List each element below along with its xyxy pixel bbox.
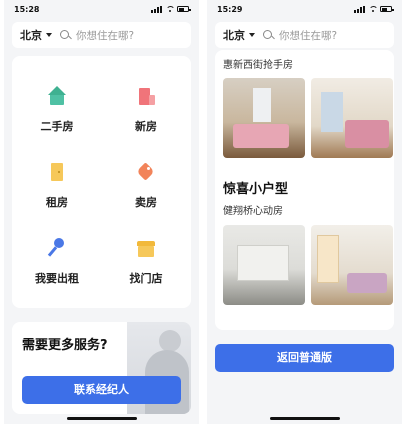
price-tag-icon bbox=[136, 162, 156, 182]
battery-icon bbox=[177, 6, 191, 12]
caret-down-icon[interactable] bbox=[46, 33, 52, 37]
status-bar: 15:28 bbox=[4, 0, 199, 18]
service-rent[interactable]: 租房 bbox=[12, 162, 102, 210]
listing-photo[interactable] bbox=[311, 78, 393, 158]
status-time: 15:29 bbox=[217, 4, 243, 14]
search-input[interactable]: 你想住在哪? bbox=[279, 28, 337, 43]
service-label: 二手房 bbox=[40, 120, 74, 133]
section-subtitle: 惠新西街抢手房 bbox=[223, 60, 293, 71]
services-grid: 二手房 新房 租房 卖房 我要出租 找门店 bbox=[12, 56, 191, 308]
right-screen: 15:29 北京 你想住在哪? 惠新西街抢手房 惊喜小户型 健翔桥心动房 返回普… bbox=[207, 0, 402, 424]
listing-feed: 惠新西街抢手房 惊喜小户型 健翔桥心动房 bbox=[215, 50, 394, 330]
signal-icon bbox=[151, 5, 162, 13]
section-subtitle: 健翔桥心动房 bbox=[223, 206, 283, 217]
listing-photo[interactable] bbox=[223, 78, 305, 158]
search-icon bbox=[60, 29, 71, 41]
home-indicator[interactable] bbox=[269, 417, 340, 420]
listing-photo[interactable] bbox=[311, 225, 393, 305]
search-icon bbox=[263, 29, 274, 41]
service-newhouse[interactable]: 新房 bbox=[101, 86, 191, 134]
service-sell[interactable]: 卖房 bbox=[101, 162, 191, 210]
promo-card: 需要更多服务? 联系经纪人 bbox=[12, 322, 191, 414]
return-standard-button[interactable]: 返回普通版 bbox=[215, 344, 394, 372]
status-time: 15:28 bbox=[14, 4, 40, 14]
city-selector[interactable]: 北京 bbox=[223, 27, 245, 43]
city-selector[interactable]: 北京 bbox=[20, 27, 42, 43]
service-label: 新房 bbox=[135, 120, 157, 133]
home-indicator[interactable] bbox=[66, 417, 137, 420]
contact-agent-button[interactable]: 联系经纪人 bbox=[22, 376, 181, 404]
service-secondhand[interactable]: 二手房 bbox=[12, 86, 102, 134]
status-bar: 15:29 bbox=[207, 0, 402, 18]
rent-door-icon bbox=[47, 162, 67, 182]
search-bar[interactable]: 北京 你想住在哪? bbox=[12, 22, 191, 48]
store-icon bbox=[136, 238, 156, 258]
service-find-store[interactable]: 找门店 bbox=[101, 238, 191, 286]
listing-photo[interactable] bbox=[223, 225, 305, 305]
service-label: 找门店 bbox=[129, 272, 163, 285]
section-title: 惊喜小户型 bbox=[223, 182, 289, 197]
service-label: 卖房 bbox=[135, 196, 157, 209]
search-bar[interactable]: 北京 你想住在哪? bbox=[215, 22, 394, 48]
house-icon bbox=[47, 86, 67, 106]
promo-title: 需要更多服务? bbox=[22, 338, 108, 353]
battery-icon bbox=[380, 6, 394, 12]
new-house-icon bbox=[136, 86, 156, 106]
service-let-out[interactable]: 我要出租 bbox=[12, 238, 102, 286]
key-icon bbox=[47, 238, 67, 258]
search-input[interactable]: 你想住在哪? bbox=[76, 28, 134, 43]
wifi-icon bbox=[368, 5, 378, 13]
wifi-icon bbox=[165, 5, 175, 13]
signal-icon bbox=[354, 5, 365, 13]
service-label: 我要出租 bbox=[35, 272, 79, 285]
left-screen: 15:28 北京 你想住在哪? 二手房 新房 租房 卖房 我要出租 找门店 需要… bbox=[4, 0, 199, 424]
service-label: 租房 bbox=[46, 196, 68, 209]
caret-down-icon[interactable] bbox=[249, 33, 255, 37]
